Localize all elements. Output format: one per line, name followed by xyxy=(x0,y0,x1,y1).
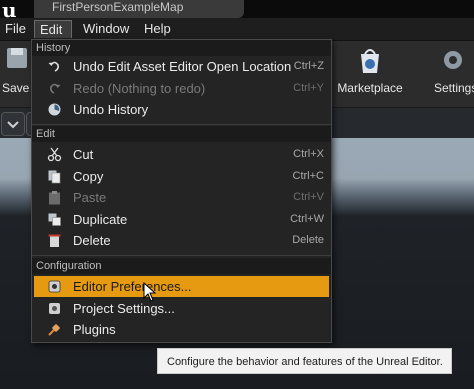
save-current-label: Save C xyxy=(2,81,42,95)
paste-icon xyxy=(49,191,60,205)
menu-item-cut-shortcut: Ctrl+X xyxy=(293,148,324,160)
menu-separator xyxy=(32,124,331,125)
redo-icon xyxy=(50,83,61,94)
menu-item-undo-history-label: Undo History xyxy=(73,102,149,117)
menu-item-delete[interactable]: Delete Delete xyxy=(34,230,329,251)
duplicate-icon xyxy=(48,213,61,226)
title-bar: u FirstPersonExampleMap xyxy=(0,0,474,22)
menu-item-project-settings[interactable]: Project Settings... xyxy=(34,298,329,319)
menu-item-editor-preferences-label: Editor Preferences... xyxy=(73,279,192,294)
menu-edit[interactable]: Edit xyxy=(34,20,72,38)
menu-item-duplicate[interactable]: Duplicate Ctrl+W xyxy=(34,209,329,230)
level-tab-label: FirstPersonExampleMap xyxy=(52,0,184,14)
menu-item-undo-label: Undo Edit Asset Editor Open Location xyxy=(73,59,292,74)
level-tab[interactable]: FirstPersonExampleMap xyxy=(34,0,244,18)
menu-item-undo-history[interactable]: Undo History xyxy=(34,99,329,120)
menu-item-undo[interactable]: Undo Edit Asset Editor Open Location Ctr… xyxy=(34,56,329,77)
menu-bar: File Edit Window Help xyxy=(0,18,474,41)
tooltip: Configure the behavior and features of t… xyxy=(157,348,452,374)
menu-separator xyxy=(32,255,331,256)
settings-button[interactable]: Settings xyxy=(432,41,474,107)
menu-item-plugins-label: Plugins xyxy=(73,322,116,337)
menu-item-undo-shortcut: Ctrl+Z xyxy=(293,60,324,72)
menu-item-cut[interactable]: Cut Ctrl+X xyxy=(34,144,329,165)
menu-item-redo-shortcut: Ctrl+Y xyxy=(293,82,324,94)
section-header-history: History xyxy=(32,40,331,56)
chevron-down-icon xyxy=(7,121,19,129)
section-header-configuration: Configuration xyxy=(32,258,331,274)
plug-icon xyxy=(48,324,60,336)
menu-item-paste-shortcut: Ctrl+V xyxy=(293,191,324,203)
mouse-cursor-icon xyxy=(143,282,157,302)
save-icon xyxy=(7,48,27,68)
edit-menu-dropdown: History Undo Edit Asset Editor Open Loca… xyxy=(31,39,332,343)
menu-item-copy-label: Copy xyxy=(73,169,104,184)
history-icon xyxy=(48,103,61,116)
menu-item-delete-label: Delete xyxy=(73,233,111,248)
menu-item-copy-shortcut: Ctrl+C xyxy=(292,170,324,182)
menu-item-duplicate-shortcut: Ctrl+W xyxy=(290,213,324,225)
marketplace-label: Marketplace xyxy=(337,81,403,95)
copy-icon xyxy=(48,170,61,184)
menu-item-project-settings-label: Project Settings... xyxy=(73,301,175,316)
viewport-options-button[interactable] xyxy=(1,112,25,136)
settings-icon xyxy=(49,303,60,314)
menu-item-redo[interactable]: Redo (Nothing to redo) Ctrl+Y xyxy=(34,78,329,99)
menu-file[interactable]: File xyxy=(0,20,31,38)
delete-icon xyxy=(48,234,61,247)
save-current-button[interactable]: Save C xyxy=(0,41,42,107)
menu-window[interactable]: Window xyxy=(78,20,134,38)
menu-item-duplicate-label: Duplicate xyxy=(73,212,128,227)
settings-label: Settings xyxy=(434,81,474,95)
menu-item-paste-label: Paste xyxy=(73,190,107,205)
menu-item-cut-label: Cut xyxy=(73,147,94,162)
menu-item-copy[interactable]: Copy Ctrl+C xyxy=(34,166,329,187)
menu-help[interactable]: Help xyxy=(139,20,176,38)
menu-item-redo-label: Redo (Nothing to redo) xyxy=(73,81,206,96)
undo-icon xyxy=(48,61,59,72)
menu-item-delete-shortcut: Delete xyxy=(292,234,324,246)
section-header-edit: Edit xyxy=(32,126,331,142)
scissors-icon xyxy=(47,147,62,162)
marketplace-icon xyxy=(361,49,379,73)
gear-icon xyxy=(48,280,61,293)
menu-item-plugins[interactable]: Plugins xyxy=(34,319,329,340)
menu-item-editor-preferences[interactable]: Editor Preferences... xyxy=(34,276,329,297)
marketplace-button[interactable]: Marketplace xyxy=(332,41,408,107)
settings-gear-icon xyxy=(444,51,462,69)
menu-item-paste[interactable]: Paste Ctrl+V xyxy=(34,187,329,208)
